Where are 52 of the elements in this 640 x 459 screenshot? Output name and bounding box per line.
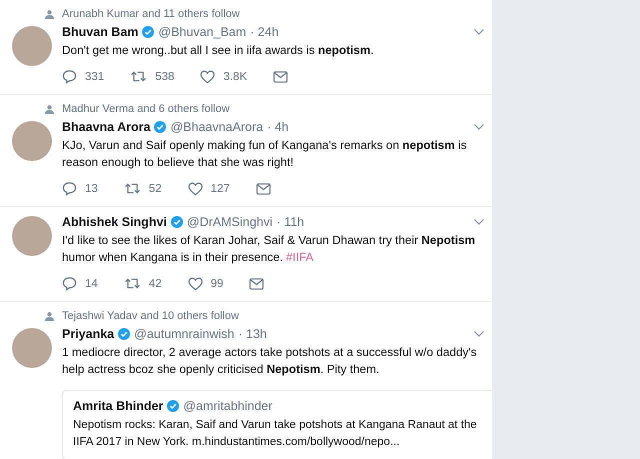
user-name[interactable]: Abhishek Singhvi — [62, 215, 167, 229]
user-name[interactable]: Amrita Bhinder — [73, 399, 164, 413]
like-count: 127 — [210, 182, 230, 194]
retweet-count: 52 — [148, 182, 162, 194]
tweet-text: 1 mediocre director, 2 average actors take potshots at a successful w/o daddy's help actress bcoz she openly criticised Nepotism. Pity them. — [62, 344, 478, 378]
retweet-icon[interactable] — [130, 70, 148, 83]
chevron-down-icon[interactable] — [474, 219, 484, 225]
tweet-text: Don't get me wrong..but all I see in iifa awards is nepotism. — [62, 42, 375, 59]
reply-icon[interactable] — [62, 181, 77, 196]
quoted-tweet-card[interactable]: Amrita Bhinder @amritabhinder Nepotism rocks: Karan, Saif and Varun take potshots at Kangana Ranaut at the IIFA 2017 in New York. m.hindustantimes.com/bollywood/nepo... — [62, 390, 496, 459]
person-icon — [45, 312, 54, 320]
retweet-icon[interactable] — [124, 277, 141, 290]
reply-count: 14 — [85, 278, 98, 290]
tweet-text: KJo, Varun and Saif openly making fun of Kangana's remarks on nepotism is reason enough to believe that she was right! — [62, 137, 468, 171]
user-handle[interactable]: @Bhuvan_Bam — [158, 25, 246, 39]
user-handle[interactable]: @BhaavnaArora — [170, 120, 264, 134]
chevron-down-icon[interactable] — [474, 124, 484, 130]
person-icon — [45, 10, 54, 18]
chevron-down-icon[interactable] — [474, 331, 484, 337]
user-handle[interactable]: @amritabhinder — [183, 399, 272, 413]
quoted-tweet-text: Nepotism rocks: Karan, Saif and Varun take potshots at Kangana Ranaut at the IIFA 2017 in New York. m.hindustantimes.com/bollywood/nepo... — [73, 418, 478, 450]
user-handle[interactable]: @DrAMSinghvi — [186, 215, 273, 229]
hashtag-link[interactable]: #IIFA — [286, 250, 314, 264]
envelope-icon[interactable] — [256, 182, 271, 194]
retweet-count: 42 — [148, 278, 162, 290]
reply-icon[interactable] — [62, 69, 77, 84]
like-count: 3.8K — [223, 70, 248, 82]
chevron-down-icon[interactable] — [474, 29, 484, 35]
tweet-time[interactable]: · 11h — [276, 215, 304, 229]
retweet-icon[interactable] — [124, 182, 141, 195]
tweet-time[interactable]: · 13h — [238, 327, 267, 341]
social-context-text[interactable]: Madhur Verma and 6 others follow — [62, 103, 230, 115]
tweet-time[interactable]: · 24h — [250, 25, 279, 39]
tweet-time[interactable]: · 4h — [267, 120, 289, 134]
reply-icon[interactable] — [62, 276, 77, 291]
heart-icon[interactable] — [188, 182, 203, 196]
person-icon — [45, 104, 54, 114]
social-context-text[interactable]: Tejashwi Yadav and 10 others follow — [62, 310, 239, 322]
user-name[interactable]: Bhuvan Bam — [62, 25, 138, 39]
envelope-icon[interactable] — [249, 278, 264, 290]
heart-icon[interactable] — [200, 70, 216, 84]
heart-icon[interactable] — [188, 276, 203, 290]
envelope-icon[interactable] — [273, 70, 288, 82]
retweet-count: 538 — [155, 70, 174, 82]
tweet-text: I'd like to see the likes of Karan Johar, Saif & Varun Dhawan try their Nepotism humor when Kangana is in their presence. #IIFA — [62, 232, 476, 266]
user-name[interactable]: Bhaavna Arora — [62, 120, 150, 134]
user-handle[interactable]: @autumnrainwish — [134, 327, 234, 341]
social-context-text[interactable]: Arunabh Kumar and 11 others follow — [62, 8, 240, 20]
reply-count: 331 — [85, 70, 104, 82]
user-name[interactable]: Priyanka — [62, 327, 114, 341]
like-count: 99 — [210, 278, 224, 290]
reply-count: 13 — [85, 182, 98, 194]
